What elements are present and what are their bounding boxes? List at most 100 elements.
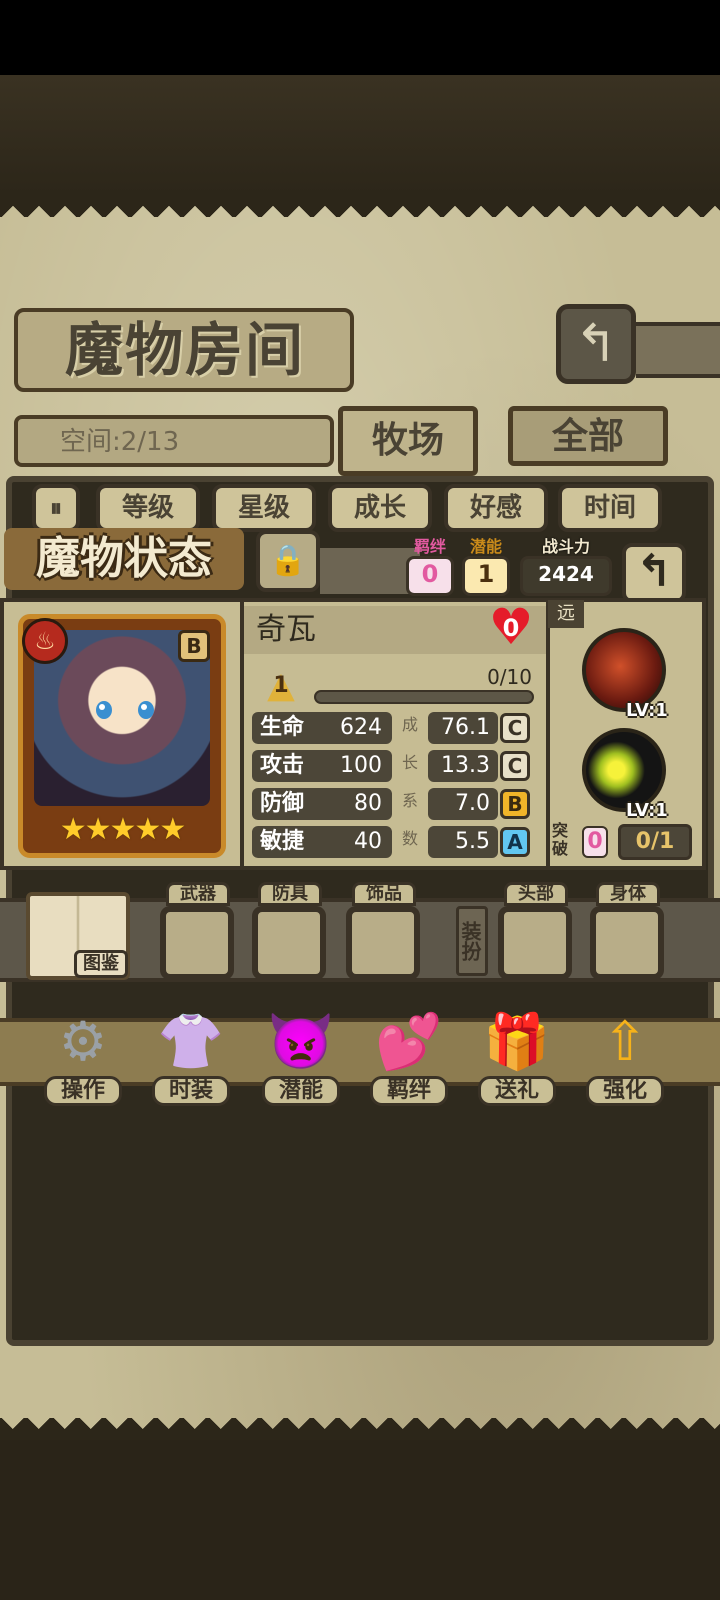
lock-button[interactable]: 🔒 [256, 530, 320, 592]
breakthrough-count: 0 [582, 826, 608, 858]
growth-value: 5.5 [455, 829, 490, 854]
sort-icon: ⏸ [50, 494, 62, 522]
equip-slot-accessory[interactable] [346, 906, 420, 980]
sort-order-toggle[interactable]: ⏸ [32, 484, 80, 532]
page-title: 魔物房间 [64, 316, 305, 384]
grade-badge-agility: A [500, 827, 530, 857]
sort-level-button[interactable]: 等级 [96, 484, 200, 532]
potential-label: 潜能 [469, 537, 502, 556]
action-gift-button[interactable]: 🎁 送礼 [474, 1002, 560, 1106]
action-bond-button[interactable]: 💕 羁绊 [366, 1002, 452, 1106]
top-right-bar [636, 322, 720, 378]
stat-row-agility: 敏捷 40 [252, 826, 392, 858]
dressup-label: 装扮 [456, 906, 488, 976]
equip-slot-armor[interactable] [252, 906, 326, 980]
sort-time-button[interactable]: 时间 [558, 484, 662, 532]
skill-2-level: LV:1 [626, 800, 668, 821]
stat-label: 敏捷 [260, 829, 305, 854]
monster-name: 奇瓦 [256, 612, 316, 647]
top-band [0, 75, 720, 195]
return-arrow-icon: ↰ [635, 546, 673, 597]
growth-row-defense: 7.0 [428, 788, 498, 820]
affection-value: 0 [502, 614, 520, 642]
level-value: 1 [273, 673, 289, 698]
stat-value: 40 [354, 829, 382, 854]
power-label: 战斗力 [541, 537, 590, 556]
lock-icon: 🔒 [269, 543, 307, 578]
fire-icon: ♨ [22, 618, 68, 664]
action-label: 羁绊 [370, 1076, 448, 1106]
zigzag-edge-top [0, 195, 720, 217]
equip-slot-head[interactable] [498, 906, 572, 980]
action-potential-button[interactable]: 👿 潜能 [258, 1002, 344, 1106]
bond-chip: 羁绊 0 [406, 537, 454, 596]
demon-icon: 👿 [267, 1010, 335, 1073]
action-enhance-button[interactable]: ⇧ 强化 [582, 1002, 668, 1106]
slot-label-head: 头部 [504, 882, 568, 906]
range-tag: 远 [548, 600, 584, 628]
action-label: 时装 [152, 1076, 230, 1106]
action-operate-button[interactable]: ⚙ 操作 [40, 1002, 126, 1106]
grade-badge-hp: C [500, 713, 530, 743]
potential-value: 1 [462, 556, 510, 596]
xp-bar [314, 690, 534, 704]
growth-row-agility: 5.5 [428, 826, 498, 858]
bottom-band [0, 1440, 720, 1600]
portrait-eyes [96, 701, 154, 719]
power-chip: 战斗力 2424 [520, 537, 612, 596]
gift-icon: 🎁 [483, 1010, 551, 1073]
codex-label: 图鉴 [74, 950, 128, 978]
stat-label: 防御 [260, 791, 305, 816]
bond-value: 0 [406, 556, 454, 596]
growth-value: 7.0 [455, 791, 490, 816]
potential-chip: 潜能 1 [462, 537, 510, 596]
breakthrough-progress: 0/1 [618, 824, 692, 860]
stat-label: 攻击 [260, 753, 305, 778]
action-fashion-button[interactable]: 👚 时装 [148, 1002, 234, 1106]
stat-value: 80 [354, 791, 382, 816]
sort-growth-button[interactable]: 成长 [328, 484, 432, 532]
clothes-icon: 👚 [157, 1010, 225, 1073]
grade-badge-defense: B [500, 789, 530, 819]
action-label: 强化 [586, 1076, 664, 1106]
growth-row-attack: 13.3 [428, 750, 498, 782]
sort-star-button[interactable]: 星级 [212, 484, 316, 532]
stat-row-defense: 防御 80 [252, 788, 392, 820]
tab-ranch[interactable]: 牧场 [338, 406, 478, 476]
rank-badge: B [178, 630, 210, 662]
tab-all[interactable]: 全部 [508, 406, 668, 466]
grade-badge-attack: C [500, 751, 530, 781]
equip-slot-body[interactable] [590, 906, 664, 980]
slot-label-weapon: 武器 [166, 882, 230, 906]
action-label: 操作 [44, 1076, 122, 1106]
hearts-icon: 💕 [375, 1010, 443, 1073]
action-label: 送礼 [478, 1076, 556, 1106]
skill-1-level: LV:1 [626, 700, 668, 721]
bond-label: 羁绊 [413, 537, 446, 556]
growth-row-hp: 76.1 [428, 712, 498, 744]
status-back-button[interactable]: ↰ [622, 543, 686, 603]
slot-label-accessory: 饰品 [352, 882, 416, 906]
growth-vertical-char: 成 [401, 715, 418, 734]
breakthrough-row: 突破 0 0/1 [552, 822, 692, 862]
growth-value: 76.1 [441, 715, 490, 740]
status-header-strip [320, 548, 420, 594]
top-blackbar [0, 0, 720, 75]
power-value: 2424 [520, 556, 612, 596]
growth-vertical-char: 长 [401, 753, 418, 772]
xp-text: 0/10 [487, 665, 532, 689]
back-button[interactable]: ↰ [556, 304, 636, 384]
gear-icon: ⚙ [58, 1010, 108, 1073]
growth-vertical-char: 数 [401, 829, 418, 848]
growth-value: 13.3 [441, 753, 490, 778]
stat-value: 624 [340, 715, 382, 740]
stat-value: 100 [340, 753, 382, 778]
sort-affection-button[interactable]: 好感 [444, 484, 548, 532]
slot-label-armor: 防具 [258, 882, 322, 906]
stat-row-hp: 生命 624 [252, 712, 392, 744]
equip-slot-weapon[interactable] [160, 906, 234, 980]
breakthrough-label: 突破 [552, 821, 569, 858]
slot-label-body: 身体 [596, 882, 660, 906]
status-title: 魔物状态 [4, 528, 244, 590]
stat-label: 生命 [260, 715, 305, 740]
